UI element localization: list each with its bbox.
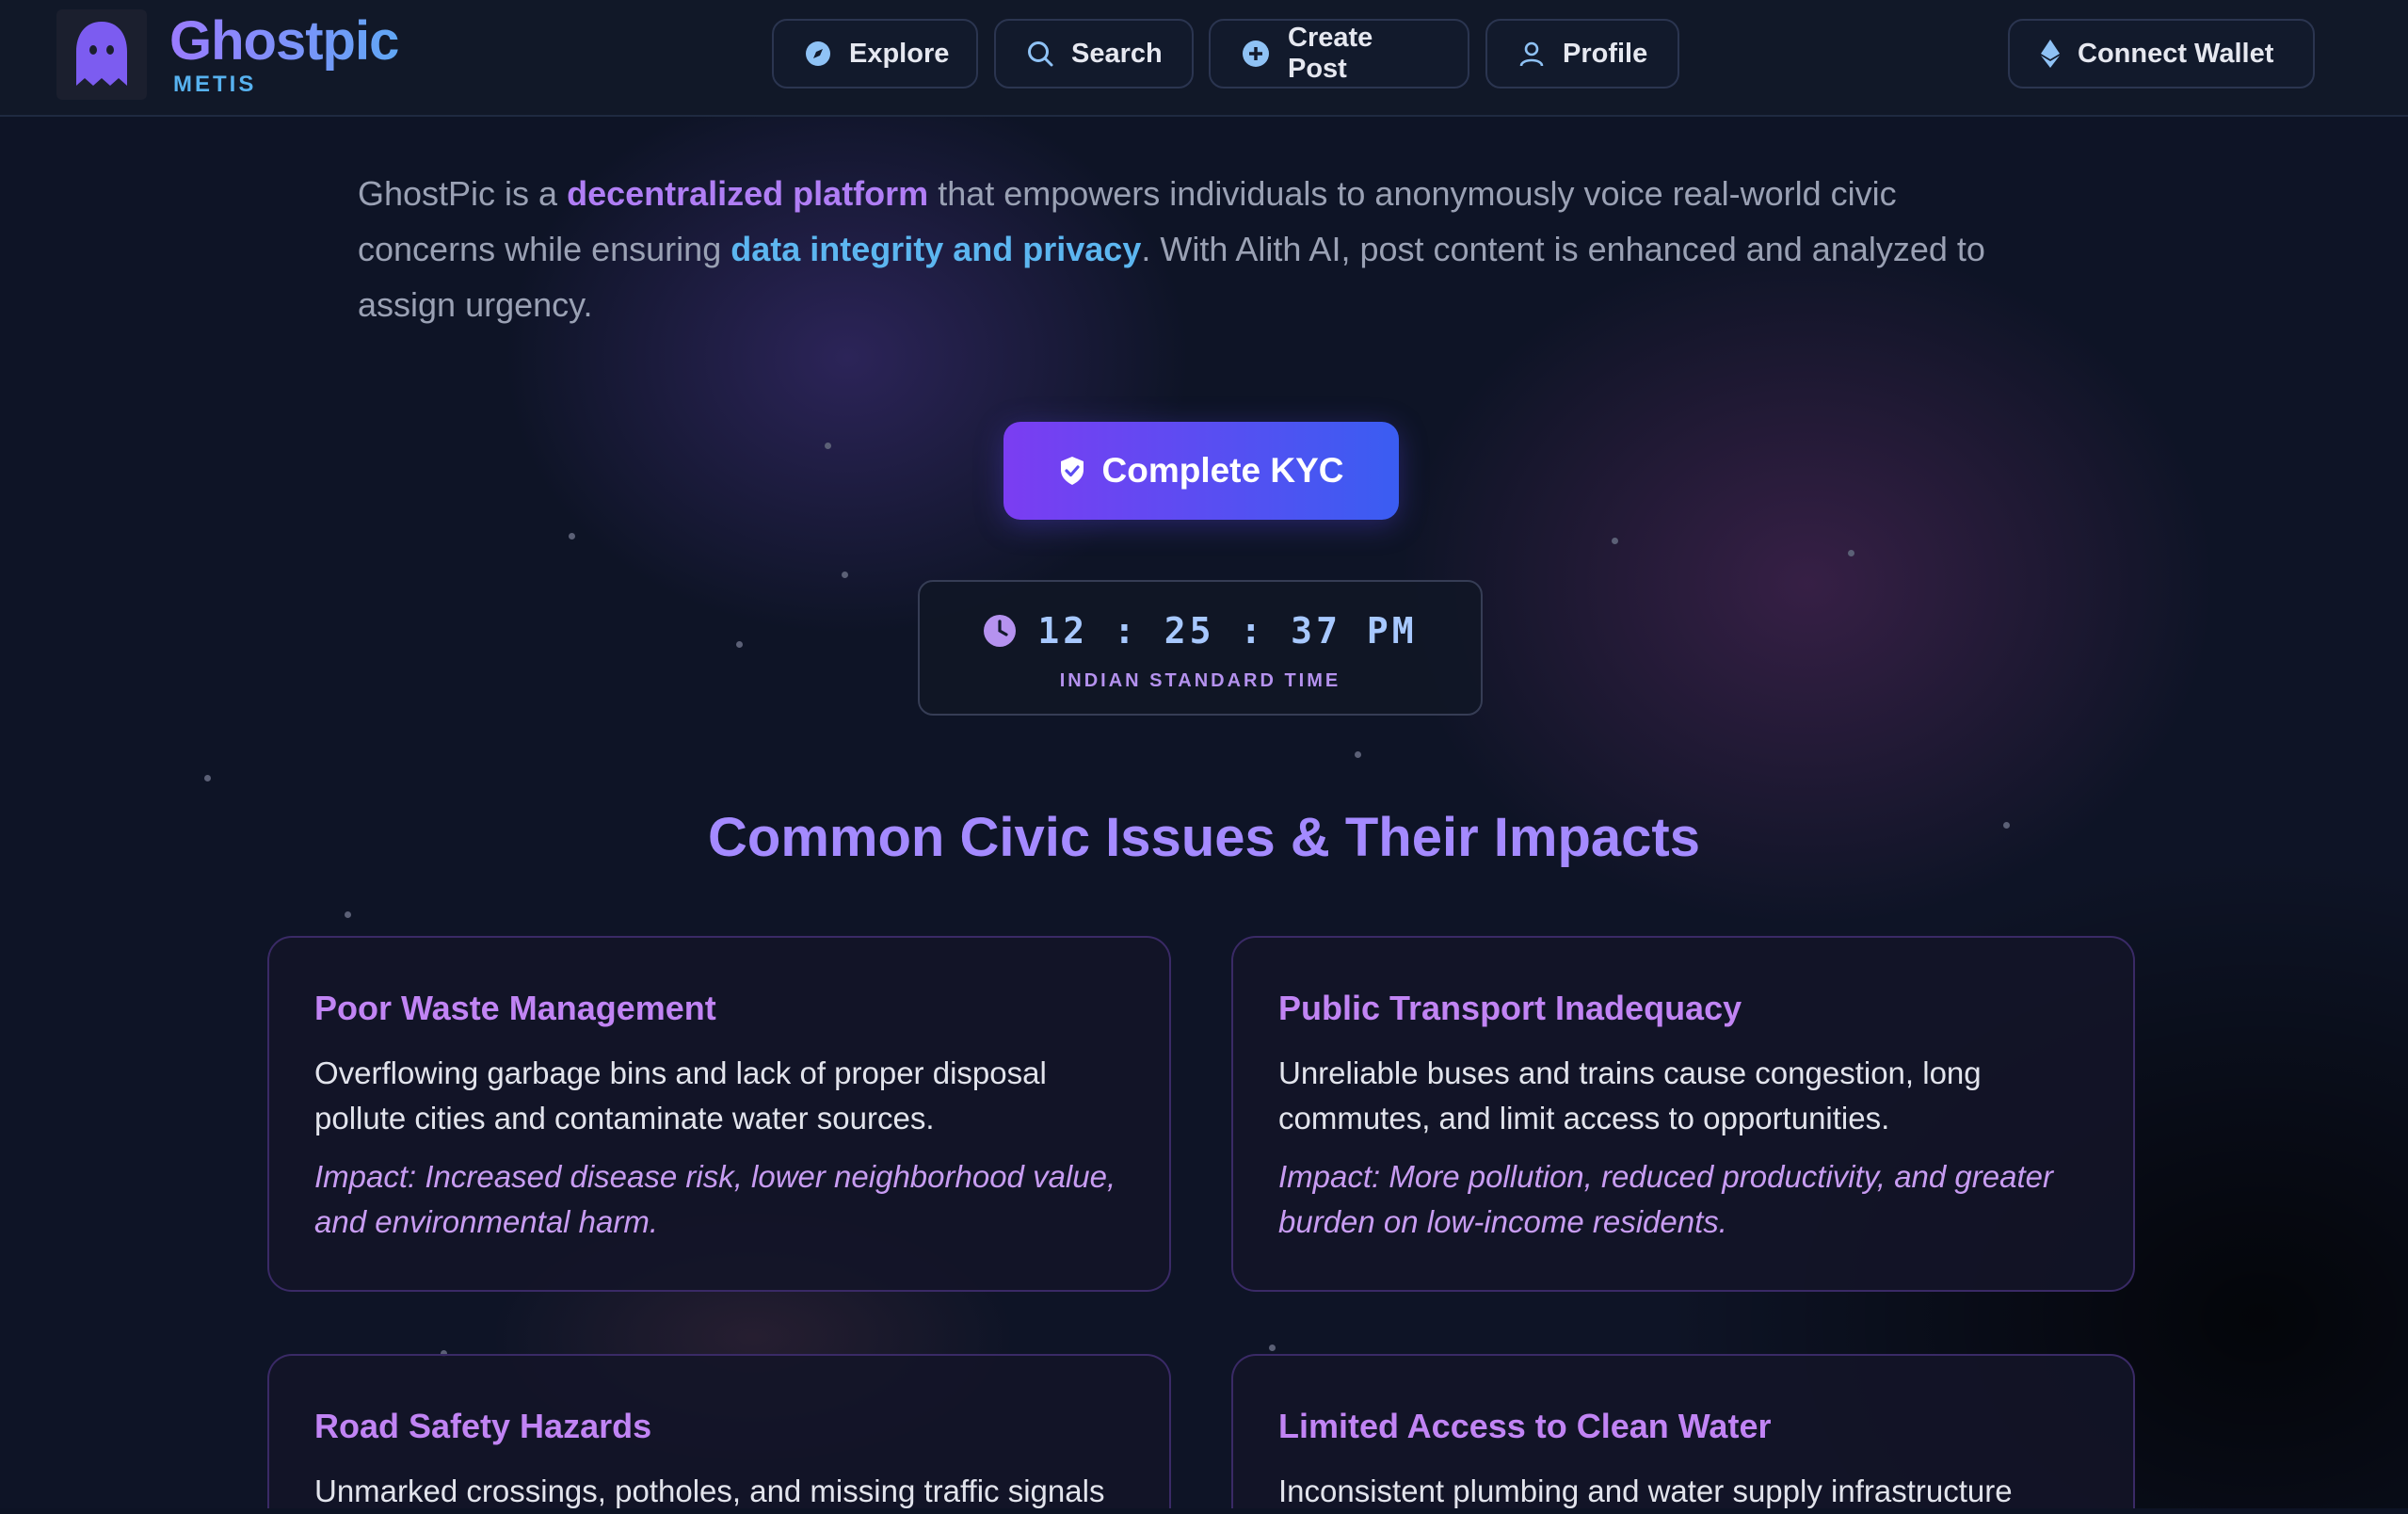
plus-circle-icon: [1243, 40, 1269, 67]
nav-explore-button[interactable]: Explore: [772, 19, 978, 89]
clock-timezone: INDIAN STANDARD TIME: [1059, 670, 1341, 691]
star-dot: [736, 641, 743, 648]
shield-check-icon: [1060, 457, 1084, 485]
star-dot: [1848, 550, 1854, 556]
intro-paragraph: GhostPic is a decentralized platform tha…: [358, 166, 2033, 332]
nav-explore-label: Explore: [849, 38, 950, 69]
issue-card-description: Inconsistent plumbing and water supply i…: [1278, 1474, 2013, 1508]
issue-card: Road Safety Hazards Unmarked crossings, …: [267, 1354, 1171, 1508]
compass-icon: [806, 41, 830, 66]
highlight-data-integrity: data integrity and privacy: [730, 230, 1142, 268]
issue-card-impact: Impact: Increased disease risk, lower ne…: [314, 1159, 1116, 1239]
brand-title[interactable]: Ghostpic: [169, 9, 399, 72]
nav-create-post-label: Create Post: [1288, 23, 1373, 84]
connect-wallet-label: Connect Wallet: [2078, 38, 2274, 69]
intro-text: GhostPic is a: [358, 174, 568, 213]
issue-card-title: Public Transport Inadequacy: [1278, 989, 1742, 1027]
complete-kyc-label: Complete KYC: [1101, 451, 1344, 490]
clock-time: 12 : 25 : 37 PM: [1037, 610, 1418, 652]
nav-search-button[interactable]: Search: [994, 19, 1194, 89]
user-icon: [1519, 41, 1544, 67]
star-dot: [842, 572, 848, 578]
issue-card-description: Unreliable buses and trains cause conges…: [1278, 1055, 1982, 1136]
connect-wallet-button[interactable]: Connect Wallet: [2008, 19, 2315, 89]
issue-card-description: Overflowing garbage bins and lack of pro…: [314, 1055, 1047, 1136]
complete-kyc-button[interactable]: Complete KYC: [1003, 422, 1399, 520]
search-icon: [1028, 41, 1053, 67]
section-title: Common Civic Issues & Their Impacts: [708, 807, 1700, 868]
ethereum-icon: [2041, 40, 2060, 68]
highlight-decentralized-platform: decentralized platform: [567, 174, 929, 213]
star-dot: [204, 775, 211, 781]
clock-widget: 12 : 25 : 37 PM INDIAN STANDARD TIME: [918, 580, 1483, 716]
star-dot: [825, 443, 831, 449]
issue-card: Poor Waste Management Overflowing garbag…: [267, 936, 1171, 1292]
nav-profile-button[interactable]: Profile: [1485, 19, 1679, 89]
star-dot: [1355, 751, 1361, 758]
star-dot: [1269, 1345, 1276, 1351]
issue-card-title: Poor Waste Management: [314, 989, 716, 1027]
issue-card-description: Unmarked crossings, potholes, and missin…: [314, 1474, 1105, 1508]
nav-create-post-button[interactable]: Create Post: [1209, 19, 1469, 89]
nav-search-label: Search: [1071, 38, 1163, 69]
issue-card: Limited Access to Clean Water Inconsiste…: [1231, 1354, 2135, 1508]
brand-subtitle: METIS: [173, 72, 257, 97]
issue-card: Public Transport Inadequacy Unreliable b…: [1231, 936, 2135, 1292]
top-navbar: Ghostpic METIS Explore Search Create Pos…: [0, 0, 2408, 117]
star-dot: [569, 533, 575, 540]
star-dot: [345, 911, 351, 918]
issue-card-title: Limited Access to Clean Water: [1278, 1407, 1772, 1445]
ghost-logo-icon[interactable]: [56, 9, 147, 100]
star-dot: [1612, 538, 1618, 544]
issue-card-impact: Impact: More pollution, reduced producti…: [1278, 1159, 2053, 1239]
nav-profile-label: Profile: [1563, 38, 1648, 69]
issue-card-title: Road Safety Hazards: [314, 1407, 652, 1445]
clock-icon: [984, 615, 1017, 647]
